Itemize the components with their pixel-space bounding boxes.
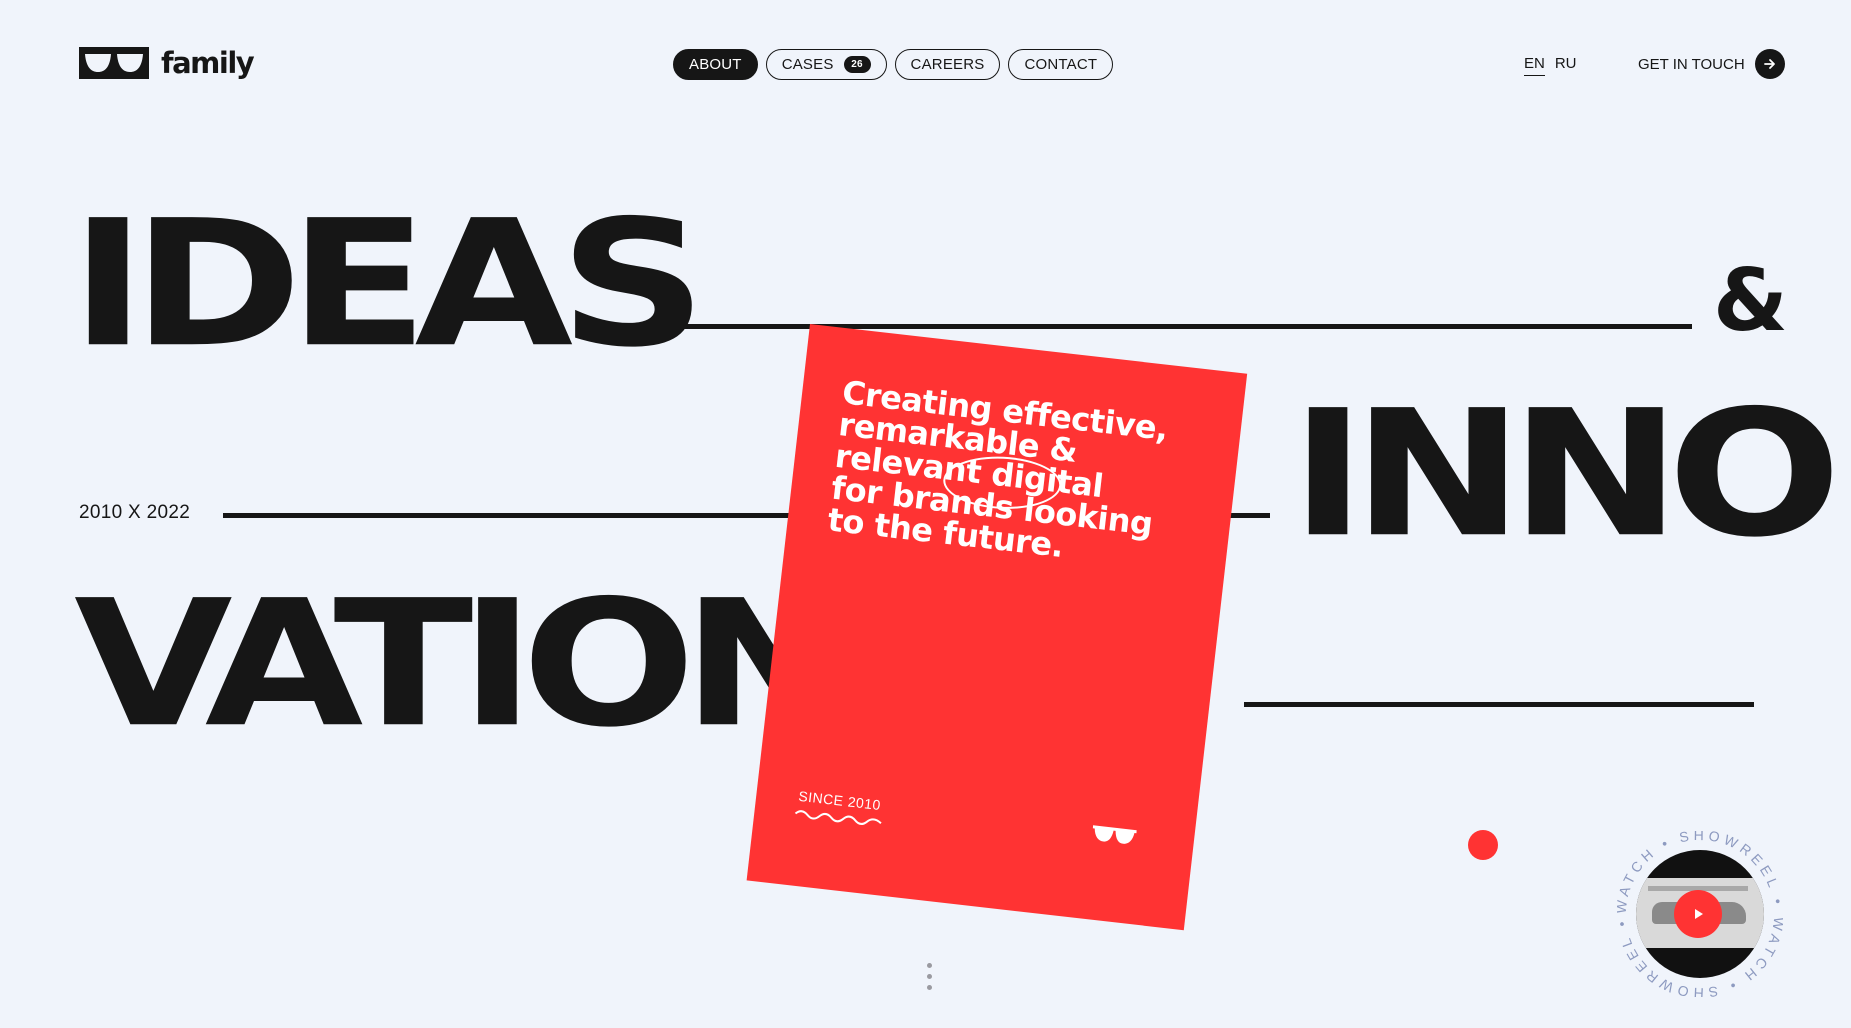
- lang-ru[interactable]: RU: [1555, 55, 1577, 76]
- hero-ampersand: &: [1713, 251, 1788, 351]
- play-icon[interactable]: [1674, 890, 1722, 938]
- lang-en[interactable]: EN: [1524, 55, 1545, 76]
- nav-careers-label: CAREERS: [910, 56, 985, 73]
- hero-years: 2010 X 2022: [79, 502, 191, 523]
- brand-name: family: [161, 46, 255, 80]
- language-switcher: EN RU: [1524, 55, 1577, 76]
- arrow-right-icon: [1754, 49, 1785, 79]
- nav-about-label: ABOUT: [689, 56, 742, 73]
- scroll-dot: [927, 974, 932, 979]
- scroll-dot: [927, 985, 932, 990]
- scroll-indicator: [927, 963, 932, 990]
- nav-cases-label: CASES: [781, 56, 834, 73]
- nav-contact-label: CONTACT: [1024, 56, 1098, 73]
- showreel-button[interactable]: WATCH • SHOWREEL • WATCH • SHOWREEL •: [1617, 831, 1783, 997]
- get-in-touch-label: GET IN TOUCH: [1638, 55, 1745, 73]
- hero-divider-3: [1244, 702, 1754, 707]
- nav-contact[interactable]: CONTACT: [1008, 49, 1114, 80]
- nav-careers[interactable]: CAREERS: [894, 49, 1001, 80]
- page: family ABOUT CASES 26 CAREERS CONTACT EN…: [0, 0, 1851, 1028]
- get-in-touch-button[interactable]: GET IN TOUCH: [1638, 49, 1785, 79]
- manifesto-card[interactable]: Creating effective, remarkable & relevan…: [746, 324, 1248, 931]
- sunglasses-icon: [1092, 825, 1137, 844]
- nav-cases[interactable]: CASES 26: [765, 49, 887, 80]
- decorative-red-dot: [1468, 830, 1498, 860]
- hero-word-ideas: IDEAS: [70, 183, 707, 386]
- hero-word-vation: VATION: [74, 563, 853, 766]
- scroll-dot: [927, 963, 932, 968]
- hero-word-inno: INNO: [1290, 373, 1842, 576]
- cases-count-badge: 26: [843, 56, 871, 73]
- sunglasses-icon: [79, 47, 149, 79]
- nav-about[interactable]: ABOUT: [673, 49, 758, 80]
- main-nav: ABOUT CASES 26 CAREERS CONTACT: [673, 49, 1114, 80]
- brand-logo[interactable]: family: [79, 46, 255, 80]
